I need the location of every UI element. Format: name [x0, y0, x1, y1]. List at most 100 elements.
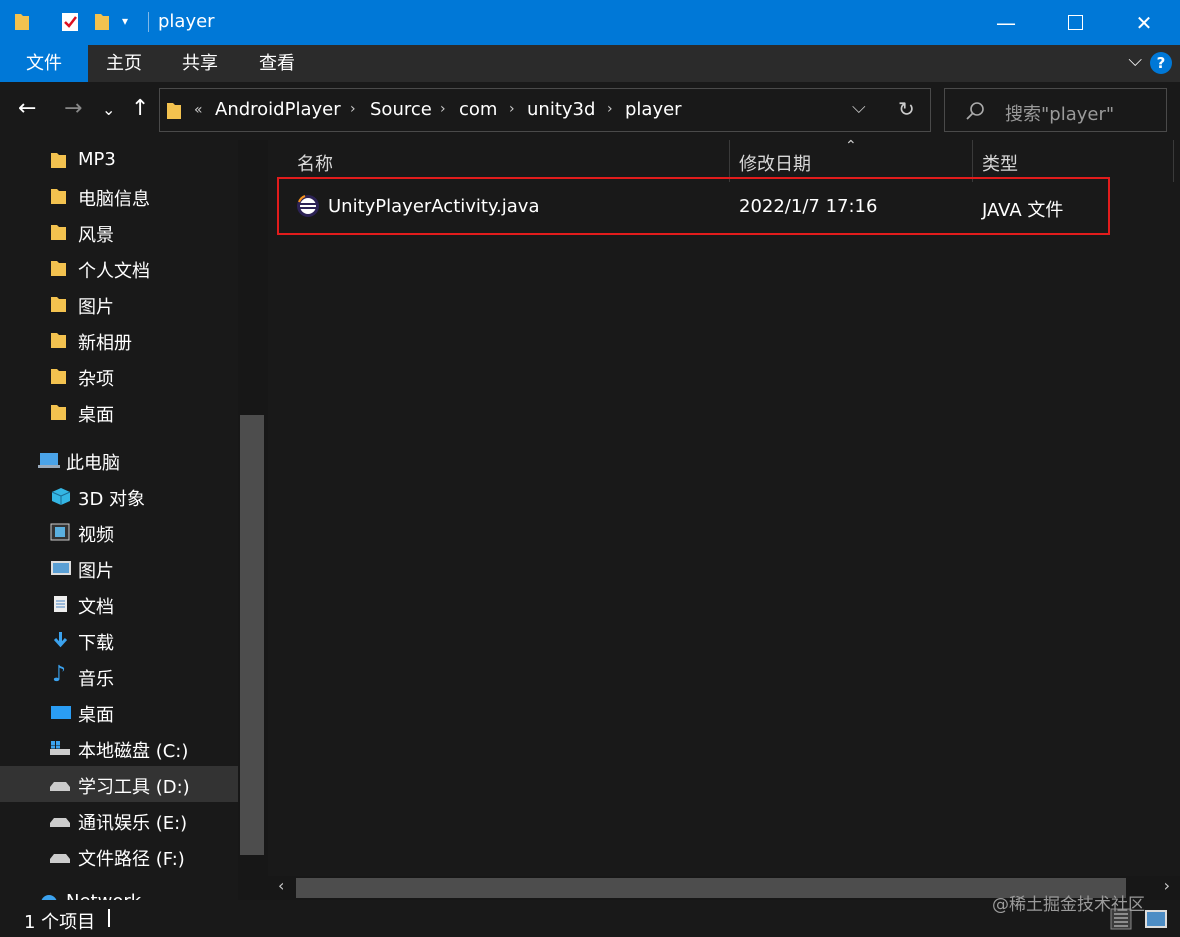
- chevron-right-icon[interactable]: ›: [440, 101, 446, 117]
- up-arrow-icon[interactable]: ↑: [131, 96, 149, 121]
- sidebar-item-videos[interactable]: 视频: [0, 514, 238, 550]
- column-divider[interactable]: [729, 140, 730, 182]
- breadcrumb-com[interactable]: com: [459, 99, 497, 120]
- overflow-crumbs-icon[interactable]: «: [194, 102, 203, 118]
- sidebar-item-new-album[interactable]: 新相册: [0, 322, 238, 358]
- address-dropdown-icon[interactable]: ⌵: [852, 97, 866, 118]
- quick-access-dropdown-icon[interactable]: ▾: [122, 14, 128, 28]
- sidebar-item-computer-info[interactable]: 电脑信息: [0, 178, 238, 214]
- window-title: player: [158, 11, 215, 32]
- sidebar-item-pictures-folder[interactable]: 图片: [0, 286, 238, 322]
- drive-icon: [50, 818, 70, 827]
- breadcrumb-player[interactable]: player: [625, 99, 682, 120]
- forward-arrow-icon[interactable]: →: [64, 96, 82, 121]
- network-icon: [41, 895, 57, 900]
- item-count: 1 个项目: [24, 912, 96, 933]
- video-icon: [50, 523, 70, 541]
- minimize-icon: —: [996, 10, 1016, 35]
- expand-ribbon-icon[interactable]: ⌵: [1128, 50, 1142, 71]
- sidebar-item-scenery[interactable]: 风景: [0, 214, 238, 250]
- desktop-icon: [51, 706, 71, 719]
- properties-icon[interactable]: [60, 10, 80, 32]
- recent-locations-icon[interactable]: ⌄: [102, 100, 115, 119]
- folder-icon: [51, 153, 66, 168]
- sidebar-item-desktop[interactable]: 桌面: [0, 694, 238, 730]
- sidebar-item-misc[interactable]: 杂项: [0, 358, 238, 394]
- breadcrumb-source[interactable]: Source: [370, 99, 432, 120]
- ribbon-tabs: 文件 主页 共享 查看 ⌵ ?: [0, 45, 1180, 82]
- scroll-right-icon[interactable]: ›: [1164, 876, 1170, 895]
- sidebar-item-this-pc[interactable]: 此电脑: [0, 442, 238, 478]
- music-note-icon: ♪: [52, 662, 67, 687]
- sidebar-item-personal-docs[interactable]: 个人文档: [0, 250, 238, 286]
- refresh-icon[interactable]: ↻: [898, 97, 915, 121]
- column-header-type[interactable]: 类型: [982, 150, 1018, 176]
- cube-icon: [51, 488, 71, 505]
- watermark: @稀土掘金技术社区: [992, 895, 1145, 915]
- column-divider[interactable]: [1173, 140, 1174, 182]
- drive-icon: [50, 854, 70, 863]
- folder-icon[interactable]: [14, 10, 30, 32]
- search-box[interactable]: 搜索"player": [944, 88, 1167, 132]
- tab-share[interactable]: 共享: [166, 45, 234, 82]
- sidebar-item-drive-e[interactable]: 通讯娱乐 (E:): [0, 802, 238, 838]
- sidebar-item-music[interactable]: ♪ 音乐: [0, 658, 238, 694]
- sidebar-item-desktop-folder[interactable]: 桌面: [0, 394, 238, 430]
- folder-icon: [51, 189, 66, 204]
- column-header-modified[interactable]: 修改日期: [739, 150, 811, 176]
- folder-icon: [51, 225, 66, 240]
- sidebar-item-pictures[interactable]: 图片: [0, 550, 238, 586]
- new-folder-icon[interactable]: [94, 10, 110, 32]
- download-arrow-icon: [53, 632, 68, 648]
- close-icon: ✕: [1135, 10, 1153, 35]
- navigation-pane: ⌃ MP3 电脑信息 风景 个人文档 图片 新相册 杂项 桌面 此电脑 3D 对…: [0, 140, 268, 900]
- title-separator: [148, 12, 149, 32]
- sidebar-item-drive-d[interactable]: 学习工具 (D:): [0, 766, 238, 802]
- sidebar-item-downloads[interactable]: 下载: [0, 622, 238, 658]
- sidebar-scroll-thumb[interactable]: [240, 415, 264, 855]
- scroll-left-icon[interactable]: ‹: [278, 876, 284, 895]
- sidebar-scrollbar[interactable]: [238, 140, 268, 900]
- sidebar-item-drive-c[interactable]: 本地磁盘 (C:): [0, 730, 238, 766]
- minimize-button[interactable]: —: [976, 0, 1036, 45]
- sidebar-item-documents[interactable]: 文档: [0, 586, 238, 622]
- file-list: 名称 ⌃ 修改日期 类型 UnityPlayerActivity.java 20…: [268, 138, 1180, 900]
- breadcrumb-unity3d[interactable]: unity3d: [527, 99, 595, 120]
- computer-icon: [38, 453, 60, 468]
- column-divider[interactable]: [972, 140, 973, 182]
- search-input[interactable]: 搜索"player": [1005, 100, 1114, 126]
- status-separator: [108, 909, 110, 927]
- maximize-icon: [1067, 15, 1083, 30]
- folder-icon: [51, 297, 66, 312]
- breadcrumb-androidplayer[interactable]: AndroidPlayer: [215, 99, 341, 120]
- folder-icon: [51, 333, 66, 348]
- address-bar[interactable]: « AndroidPlayer › Source › com › unity3d…: [159, 88, 931, 132]
- sort-ascending-icon: ⌃: [845, 138, 857, 154]
- chevron-right-icon[interactable]: ›: [607, 101, 613, 117]
- chevron-right-icon[interactable]: ›: [509, 101, 515, 117]
- sidebar-item-mp3[interactable]: MP3: [0, 142, 238, 178]
- chevron-right-icon[interactable]: ›: [350, 101, 356, 117]
- folder-icon: [51, 369, 66, 384]
- maximize-button[interactable]: [1045, 0, 1105, 45]
- sidebar-item-drive-f[interactable]: 文件路径 (F:): [0, 838, 238, 874]
- help-icon[interactable]: ?: [1150, 52, 1172, 74]
- search-icon: [966, 102, 984, 120]
- folder-icon: [51, 261, 66, 276]
- folder-icon: [167, 103, 181, 119]
- drive-icon: [50, 782, 70, 791]
- tab-file[interactable]: 文件: [0, 45, 88, 82]
- back-arrow-icon[interactable]: ←: [18, 96, 36, 121]
- column-header-name[interactable]: 名称: [297, 150, 333, 176]
- sidebar-item-network[interactable]: Network: [0, 884, 238, 900]
- tab-home[interactable]: 主页: [90, 45, 158, 82]
- title-bar: ▾ player — ✕: [0, 0, 1180, 45]
- sidebar-item-3d-objects[interactable]: 3D 对象: [0, 478, 238, 514]
- document-icon: [54, 596, 67, 612]
- tab-view[interactable]: 查看: [243, 45, 311, 82]
- drive-windows-icon: [50, 741, 70, 755]
- close-button[interactable]: ✕: [1114, 0, 1174, 45]
- pictures-icon: [51, 561, 71, 575]
- folder-icon: [51, 405, 66, 420]
- large-icons-view-icon[interactable]: [1144, 908, 1168, 930]
